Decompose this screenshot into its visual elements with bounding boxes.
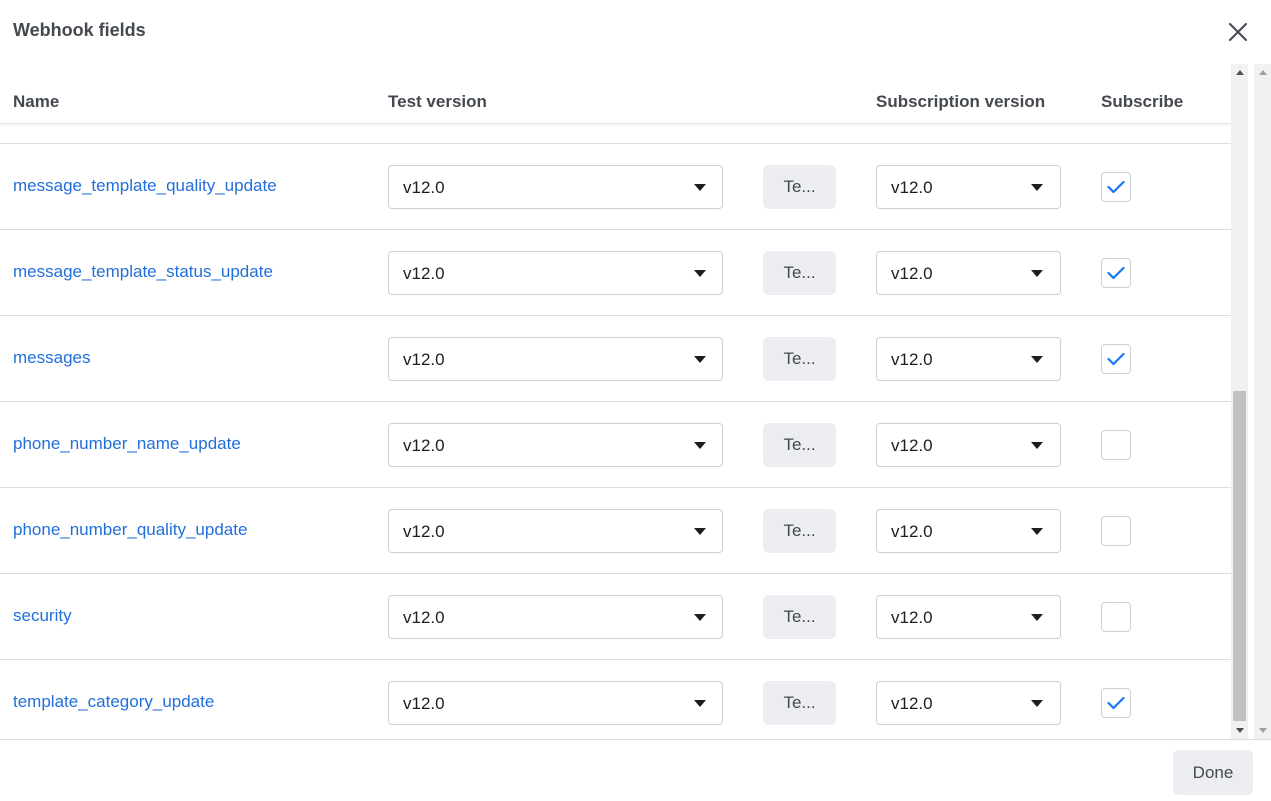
test-version-select-value: v12.0 [403,436,445,455]
scroll-thumb[interactable] [1233,391,1246,721]
subscribe-checkbox[interactable] [1101,258,1131,288]
header-name: Name [13,92,60,111]
done-button[interactable]: Done [1173,750,1253,795]
subscription-version-select-value: v12.0 [891,350,933,369]
table-row: security v12.0 Te... v12.0 [0,573,1231,659]
table-row: phone_number_quality_update v12.0 Te... v12… [0,487,1231,573]
checkmark-icon [1107,352,1125,366]
field-name-link[interactable]: phone_number_name_update [13,434,241,454]
caret-down-icon [1031,442,1043,449]
checkmark-icon [1107,266,1125,280]
field-name-link[interactable]: message_template_status_update [13,262,273,282]
caret-down-icon [1031,356,1043,363]
subscription-version-select-value: v12.0 [891,694,933,713]
test-button[interactable]: Te... [763,509,836,553]
subscription-version-select[interactable]: v12.0 [876,251,1061,295]
scroll-up-arrow-icon [1258,70,1267,75]
scroll-down-button[interactable] [1231,722,1248,739]
subscription-version-select-value: v12.0 [891,178,933,197]
header-subscribe: Subscribe [1101,92,1184,111]
subscription-version-select-value: v12.0 [891,264,933,283]
table-row: message_template_status_update v12.0 Te...… [0,229,1231,315]
table-row: message_template_quality_update v12.0 Te..… [0,143,1231,229]
table-row: messages v12.0 Te... v12.0 [0,315,1231,401]
test-version-select-value: v12.0 [403,178,445,197]
subscribe-checkbox[interactable] [1101,430,1131,460]
scroll-up-arrow-icon [1235,70,1244,75]
test-version-select[interactable]: v12.0 [388,423,723,467]
caret-down-icon [1031,270,1043,277]
caret-down-icon [1031,700,1043,707]
test-button[interactable]: Te... [763,165,836,209]
scroll-down-arrow-icon [1235,728,1244,733]
caret-down-icon [694,700,706,707]
subscription-version-select[interactable]: v12.0 [876,509,1061,553]
test-button[interactable]: Te... [763,423,836,467]
test-button[interactable]: Te... [763,595,836,639]
caret-down-icon [694,270,706,277]
caret-down-icon [1031,614,1043,621]
checkmark-icon [1107,696,1125,710]
table-row: template_category_update v12.0 Te... v12.0 [0,659,1231,739]
subscription-version-select[interactable]: v12.0 [876,681,1061,725]
subscribe-checkbox[interactable] [1101,516,1131,546]
subscription-version-select-value: v12.0 [891,436,933,455]
dialog-scrollbar[interactable] [1254,64,1271,739]
test-button[interactable]: Te... [763,337,836,381]
field-name-link[interactable]: template_category_update [13,692,214,712]
table-header: Name Test version Subscription version S… [0,64,1231,124]
checkmark-icon [1107,180,1125,194]
field-name-link[interactable]: phone_number_quality_update [13,520,247,540]
caret-down-icon [694,184,706,191]
dialog-header: Webhook fields [0,0,1271,64]
subscribe-checkbox[interactable] [1101,602,1131,632]
field-name-link[interactable]: messages [13,348,90,368]
dialog-scroll-down-button[interactable] [1254,722,1271,739]
test-version-select[interactable]: v12.0 [388,681,723,725]
subscribe-checkbox[interactable] [1101,172,1131,202]
subscription-version-select[interactable]: v12.0 [876,595,1061,639]
table-row: phone_number_name_update v12.0 Te... v12.0 [0,401,1231,487]
subscribe-checkbox[interactable] [1101,688,1131,718]
test-version-select[interactable]: v12.0 [388,595,723,639]
subscription-version-select[interactable]: v12.0 [876,423,1061,467]
test-version-select[interactable]: v12.0 [388,251,723,295]
test-button[interactable]: Te... [763,251,836,295]
subscription-version-select[interactable]: v12.0 [876,165,1061,209]
scroll-up-button[interactable] [1231,64,1248,81]
test-version-select[interactable]: v12.0 [388,509,723,553]
test-version-select[interactable]: v12.0 [388,337,723,381]
header-test-version: Test version [388,92,487,111]
test-version-select-value: v12.0 [403,608,445,627]
caret-down-icon [1031,184,1043,191]
field-name-link[interactable]: message_template_quality_update [13,176,277,196]
webhook-fields-dialog: Webhook fields message_template_quality_… [0,0,1271,801]
header-subscription-version: Subscription version [876,92,1046,111]
scroll-down-arrow-icon [1258,728,1267,733]
caret-down-icon [694,356,706,363]
test-version-select-value: v12.0 [403,264,445,283]
test-version-select-value: v12.0 [403,350,445,369]
dialog-footer: Done [0,739,1271,801]
test-button[interactable]: Te... [763,681,836,725]
caret-down-icon [1031,528,1043,535]
caret-down-icon [694,614,706,621]
subscription-version-select-value: v12.0 [891,608,933,627]
test-version-select[interactable]: v12.0 [388,165,723,209]
dialog-title: Webhook fields [13,20,146,40]
field-name-link[interactable]: security [13,606,72,626]
test-version-select-value: v12.0 [403,694,445,713]
subscription-version-select[interactable]: v12.0 [876,337,1061,381]
table-scrollbar[interactable] [1231,64,1248,739]
caret-down-icon [694,442,706,449]
webhook-fields-table: message_template_quality_update v12.0 Te..… [0,64,1231,739]
subscription-version-select-value: v12.0 [891,522,933,541]
dialog-scroll-up-button[interactable] [1254,64,1271,81]
test-version-select-value: v12.0 [403,522,445,541]
subscribe-checkbox[interactable] [1101,344,1131,374]
close-icon [1229,23,1247,41]
caret-down-icon [694,528,706,535]
close-button[interactable] [1224,18,1252,46]
